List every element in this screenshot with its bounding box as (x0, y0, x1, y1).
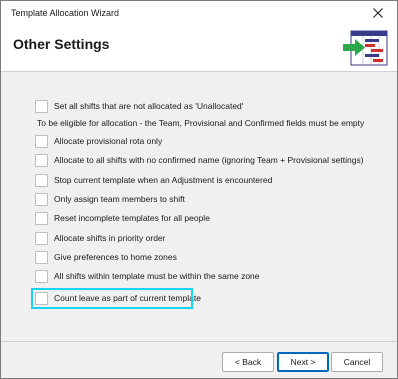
option-row-set-unallocated[interactable]: Set all shifts that are not allocated as… (35, 98, 243, 114)
option-row-same-zone[interactable]: All shifts within template must be withi… (35, 268, 260, 284)
next-button[interactable]: Next > (277, 352, 329, 372)
title-bar: Template Allocation Wizard (1, 1, 397, 25)
checkbox-team-members-only[interactable] (35, 192, 48, 206)
page-title: Other Settings (13, 36, 110, 52)
option-label: Allocate provisional rota only (54, 136, 163, 146)
cancel-button[interactable]: Cancel (331, 352, 383, 372)
option-label: Reset incomplete templates for all peopl… (54, 213, 210, 223)
window-title: Template Allocation Wizard (11, 8, 120, 18)
option-row-stop-on-adjustment[interactable]: Stop current template when an Adjustment… (35, 172, 272, 188)
option-label: Allocate to all shifts with no confirmed… (54, 155, 364, 165)
eligibility-info-text: To be eligible for allocation - the Team… (37, 118, 365, 128)
checkbox-home-zones[interactable] (35, 250, 48, 264)
option-row-home-zones[interactable]: Give preferences to home zones (35, 249, 177, 265)
option-label: Only assign team members to shift (54, 194, 185, 204)
option-label: Set all shifts that are not allocated as… (54, 101, 244, 111)
close-button[interactable] (365, 4, 391, 22)
checkbox-priority-order[interactable] (35, 231, 48, 245)
option-label: Give preferences to home zones (54, 252, 177, 262)
wizard-footer: < Back Next > Cancel (1, 342, 397, 378)
option-row-reset-incomplete[interactable]: Reset incomplete templates for all peopl… (35, 210, 210, 226)
checkbox-stop-on-adjustment[interactable] (35, 173, 48, 187)
checkbox-same-zone[interactable] (35, 269, 48, 283)
template-allocation-icon (343, 30, 388, 66)
option-row-team-members-only[interactable]: Only assign team members to shift (35, 191, 185, 207)
checkbox-set-unallocated[interactable] (35, 99, 48, 113)
checkbox-provisional-only[interactable] (35, 134, 48, 148)
option-label: Stop current template when an Adjustment… (54, 175, 273, 185)
checkbox-reset-incomplete[interactable] (35, 211, 48, 225)
option-row-no-confirmed-name[interactable]: Allocate to all shifts with no confirmed… (35, 152, 364, 168)
close-icon (373, 8, 383, 18)
wizard-window: Template Allocation Wizard Other Setting… (0, 0, 398, 379)
option-label: All shifts within template must be withi… (54, 271, 260, 281)
option-label: Allocate shifts in priority order (54, 233, 166, 243)
option-row-priority-order[interactable]: Allocate shifts in priority order (35, 230, 166, 246)
back-button[interactable]: < Back (222, 352, 274, 372)
highlight-box (31, 288, 193, 309)
wizard-header: Other Settings (1, 25, 397, 72)
checkbox-no-confirmed-name[interactable] (35, 153, 48, 167)
option-row-provisional-only[interactable]: Allocate provisional rota only (35, 133, 162, 149)
